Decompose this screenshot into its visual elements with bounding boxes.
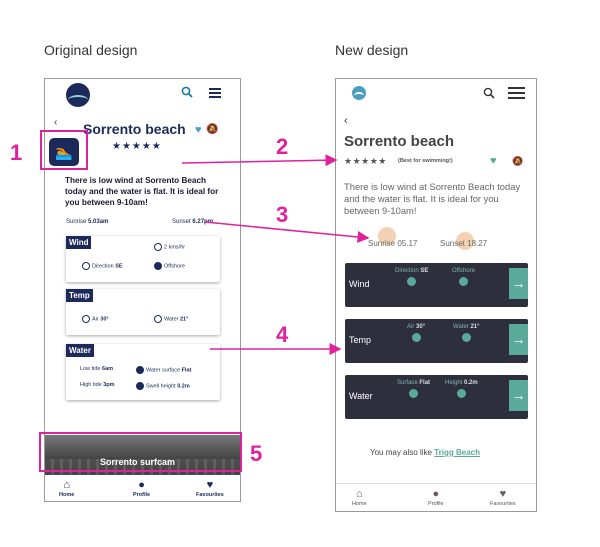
annotation-number-3: 3 xyxy=(276,202,289,227)
annotation-arrows xyxy=(181,154,370,355)
annotation-number-2: 2 xyxy=(276,134,289,159)
annotation-number-5: 5 xyxy=(250,441,263,466)
annotation-number-1: 1 xyxy=(10,140,23,165)
annotation-number-4: 4 xyxy=(276,322,289,347)
